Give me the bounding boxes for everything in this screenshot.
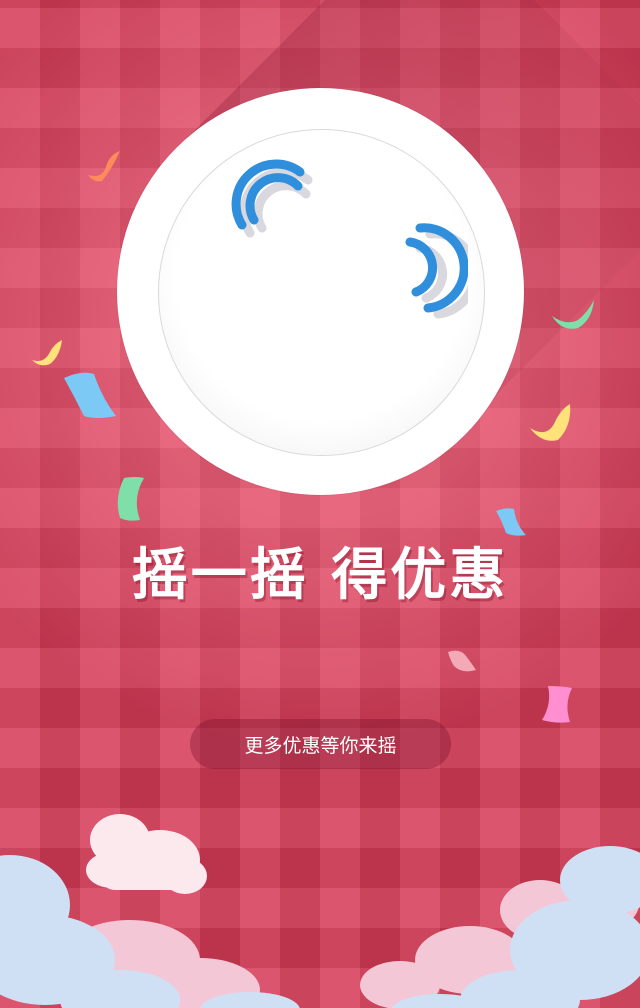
more-offers-button[interactable]: 更多优惠等你来摇 <box>190 719 451 769</box>
confetti-piece <box>64 372 116 418</box>
confetti-piece <box>552 300 594 329</box>
confetti-piece <box>530 404 571 441</box>
confetti-piece <box>542 686 572 723</box>
page-title: 摇一摇 得优惠 <box>131 543 509 608</box>
more-offers-label: 更多优惠等你来摇 <box>244 734 397 757</box>
confetti-piece <box>32 340 62 366</box>
confetti-piece <box>88 151 120 182</box>
signal-wave-icon <box>405 223 468 319</box>
confetti-piece <box>448 650 476 672</box>
confetti-piece <box>117 477 144 521</box>
signal-wave-icon <box>231 159 313 238</box>
